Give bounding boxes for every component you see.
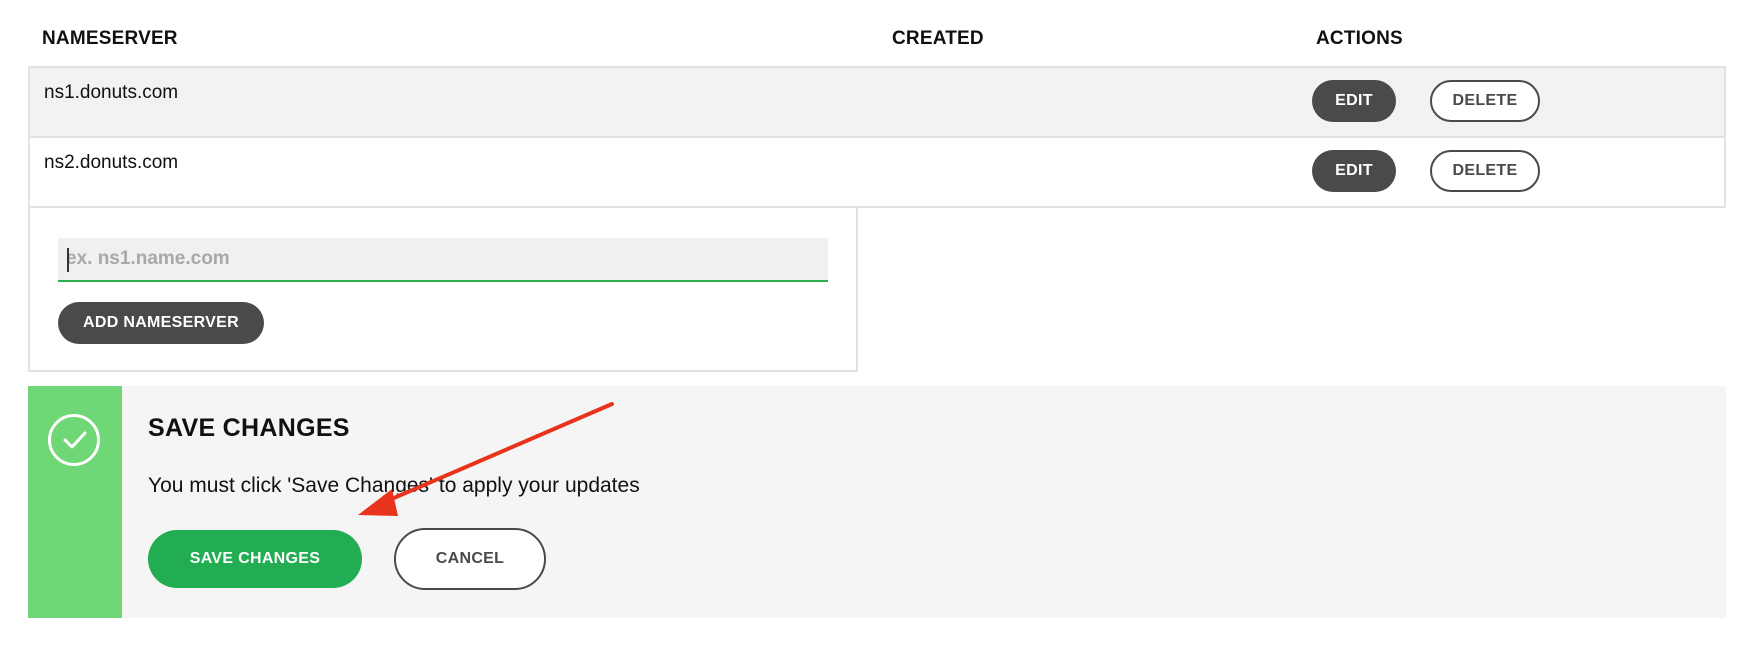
nameserver-value: ns2.donuts.com [44,152,179,173]
nameserver-input[interactable] [58,238,828,282]
banner-title: SAVE CHANGES [148,414,350,442]
table-row: ns2.donuts.com EDIT DELETE [28,138,1726,208]
column-header-nameserver: NAMESERVER [42,28,178,49]
cancel-button[interactable]: CANCEL [394,528,546,590]
save-changes-banner: SAVE CHANGES You must click 'Save Change… [28,386,1726,618]
save-changes-button[interactable]: SAVE CHANGES [148,530,362,588]
nameserver-page: NAMESERVER CREATED ACTIONS ns1.donuts.co… [0,0,1750,648]
edit-button[interactable]: EDIT [1312,150,1396,192]
delete-button[interactable]: DELETE [1430,150,1540,192]
banner-message: You must click 'Save Changes' to apply y… [148,474,640,497]
edit-button[interactable]: EDIT [1312,80,1396,122]
add-nameserver-button[interactable]: ADD NAMESERVER [58,302,264,344]
text-caret [67,248,69,272]
banner-accent-strip [28,386,122,618]
column-header-actions: ACTIONS [1316,28,1403,49]
table-row: ns1.donuts.com EDIT DELETE [28,66,1726,138]
add-nameserver-panel: ADD NAMESERVER [28,208,858,372]
check-circle-icon [48,414,100,466]
column-header-created: CREATED [892,28,984,49]
delete-button[interactable]: DELETE [1430,80,1540,122]
nameserver-value: ns1.donuts.com [44,82,179,103]
